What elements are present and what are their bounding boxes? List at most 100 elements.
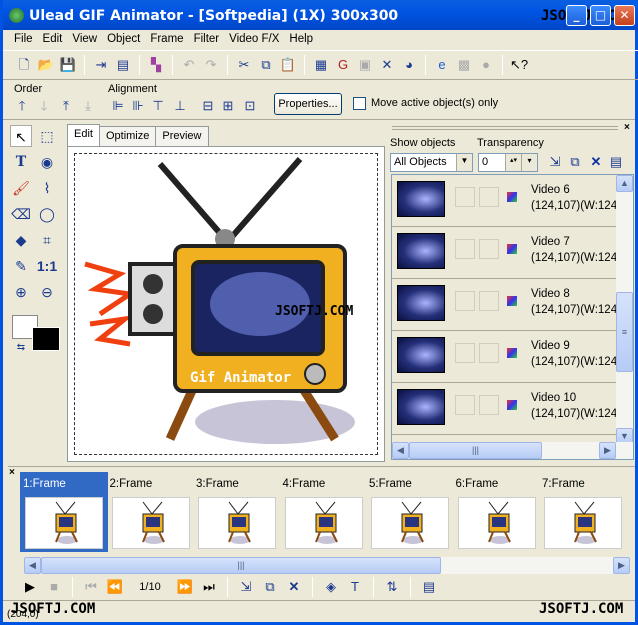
export-icon[interactable]: ▤ [114,56,132,74]
menu-edit[interactable]: Edit [38,30,68,49]
list-item[interactable]: Video 7 (124,107)(W:124, [392,227,633,279]
frame-thumbnail-item[interactable]: 5:Frame [366,472,454,552]
duplicate-frame-icon[interactable]: ⧉ [261,578,279,596]
transparency-dropdown-icon[interactable]: ▾ [521,154,537,171]
tab-edit[interactable]: Edit [67,124,100,146]
minimize-button[interactable]: _ [566,5,587,26]
brush-tool-icon[interactable]: 🖌 [10,177,32,199]
frame-thumbnail-item[interactable]: 3:Frame [193,472,281,552]
delete-object-icon[interactable]: ✕ [587,153,605,171]
new-icon[interactable]: 🗋 [15,56,33,74]
tab-optimize[interactable]: Optimize [98,126,157,146]
list-item[interactable]: Video 8 (124,107)(W:124, [392,279,633,331]
first-frame-icon[interactable]: ⏮ [82,578,100,596]
lock-toggle[interactable] [479,291,499,311]
frame-icon[interactable]: ▦ [312,56,330,74]
align-top-icon[interactable]: ⊤ [149,97,167,115]
send-backward-icon[interactable]: 🡓 [35,97,53,115]
frame-hscrollbar[interactable]: ◀ ||| ▶ [24,557,630,574]
canvas[interactable]: Gif Animator JSOFTJ.COM [74,153,378,455]
menu-view[interactable]: View [67,30,102,49]
pointer-tool-icon[interactable]: ↖ [10,125,32,147]
stop-icon[interactable]: ■ [45,578,63,596]
object-properties-icon[interactable]: ▤ [607,153,625,171]
lock-toggle[interactable] [479,239,499,259]
save-icon[interactable]: 💾 [59,56,77,74]
bring-forward-icon[interactable]: 🡑 [13,97,31,115]
redo-icon[interactable]: ↷ [202,56,220,74]
frame-thumbnail-item[interactable]: 4:Frame [280,472,368,552]
reverse-frames-icon[interactable]: ⇅ [383,578,401,596]
lock-toggle[interactable] [479,343,499,363]
zoom-out-icon[interactable]: ⊖ [36,281,58,303]
frame-panel-close-icon[interactable]: × [9,467,15,478]
center-both-icon[interactable]: ⊡ [241,97,259,115]
add-object-icon[interactable]: ⇲ [546,153,564,171]
visibility-toggle[interactable] [455,187,475,207]
menu-video-fx[interactable]: Video F/X [224,30,284,49]
menu-frame[interactable]: Frame [145,30,188,49]
delete-frame-icon[interactable]: ✕ [285,578,303,596]
visibility-toggle[interactable] [455,239,475,259]
add-frame-icon[interactable]: ⇲ [237,578,255,596]
list-item[interactable]: Video 6 (124,107)(W:124, [392,175,633,227]
lock-toggle[interactable] [479,187,499,207]
move-active-checkbox[interactable] [353,97,366,110]
undo-icon[interactable]: ↶ [180,56,198,74]
ellipse-select-icon[interactable]: ◉ [36,151,58,173]
swap-colors-icon[interactable]: ⇆ [10,337,32,359]
scroll-thumb[interactable]: ≡ [616,292,633,372]
align-left-icon[interactable]: ⊫ [109,97,127,115]
spinner-arrows-icon[interactable]: ▴▾ [505,154,521,171]
visibility-toggle[interactable] [455,343,475,363]
lasso2-tool-icon[interactable]: ◯ [36,203,58,225]
frame-thumbnail-item[interactable]: 2:Frame [107,472,195,552]
properties-button[interactable]: Properties... [274,93,342,115]
scroll-right-icon[interactable]: ▶ [613,557,630,574]
lasso-tool-icon[interactable]: ⌇ [36,177,58,199]
paste-icon[interactable]: 📋 [279,56,297,74]
disabled-icon[interactable]: ▩ [455,56,473,74]
image-icon[interactable]: ▣ [356,56,374,74]
last-frame-icon[interactable]: ⏭ [200,578,218,596]
preview-icon[interactable]: ◕ [400,56,418,74]
frame-thumbnail-item[interactable]: 6:Frame [453,472,541,552]
previous-frame-icon[interactable]: ⏪ [106,578,124,596]
transparency-spinner[interactable]: 0 ▴▾ ▾ [478,153,538,172]
center-horizontal-icon[interactable]: ⊞ [219,97,237,115]
bring-to-front-icon[interactable]: ⤒ [57,97,75,115]
frame-scroll-thumb[interactable]: ||| [41,557,441,574]
scroll-up-icon[interactable]: ▲ [616,175,633,192]
scroll-left-icon[interactable]: ◀ [24,557,41,574]
text-tool-icon[interactable]: T [10,151,32,173]
object-list-vscrollbar[interactable]: ▲ ≡ ▼ [616,175,633,445]
zoom-in-icon[interactable]: ⊕ [10,281,32,303]
gif-icon[interactable]: G [334,56,352,74]
import-icon[interactable]: ⇥ [92,56,110,74]
panel-close-icon[interactable]: × [624,122,630,133]
cut-icon[interactable]: ✂ [235,56,253,74]
align-right-icon[interactable]: ⊪ [129,97,147,115]
close-button[interactable]: ✕ [614,5,635,26]
menu-file[interactable]: File [9,30,38,49]
marquee-tool-icon[interactable]: ⬚ [36,125,58,147]
list-item[interactable]: Video 10 (124,107)(W:124, [392,383,633,435]
menu-filter[interactable]: Filter [189,30,225,49]
lock-toggle[interactable] [479,395,499,415]
fill-tool-icon[interactable]: ◆ [10,229,32,251]
next-frame-icon[interactable]: ⏩ [176,578,194,596]
send-to-back-icon[interactable]: ⤓ [79,97,97,115]
actual-size-icon[interactable]: 1:1 [36,255,58,277]
disabled-icon2[interactable]: ● [477,56,495,74]
crop-tool-icon[interactable]: ⌗ [36,229,58,251]
center-vertical-icon[interactable]: ⊟ [199,97,217,115]
frame-properties-icon[interactable]: ▤ [420,578,438,596]
eyedropper-tool-icon[interactable]: ✎ [10,255,32,277]
scroll-left-icon[interactable]: ◀ [392,442,409,459]
menu-help[interactable]: Help [284,30,318,49]
frame-thumbnail-item[interactable]: 1:Frame [20,472,108,552]
list-item[interactable]: Video 9 (124,107)(W:124, [392,331,633,383]
copy-icon[interactable]: ⧉ [257,56,275,74]
scroll-right-icon[interactable]: ▶ [599,442,616,459]
eraser-tool-icon[interactable]: ⌫ [10,203,32,225]
